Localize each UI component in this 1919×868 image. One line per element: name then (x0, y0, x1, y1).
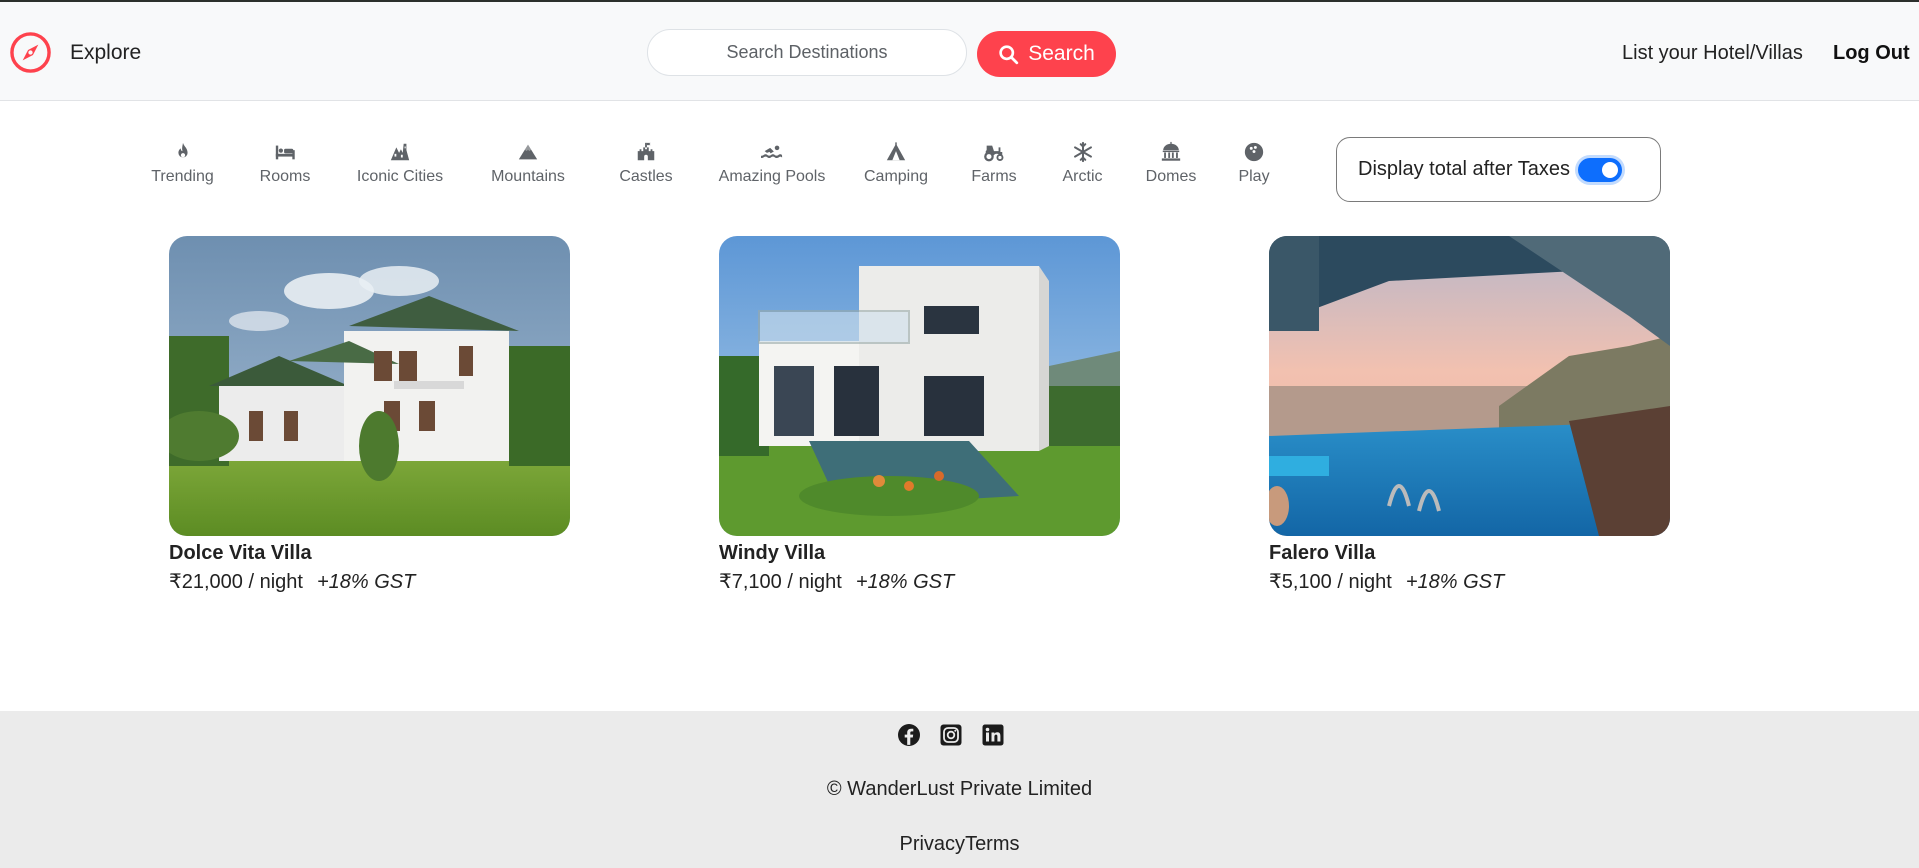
search-button[interactable]: Search (977, 31, 1116, 77)
filter-label: Farms (971, 168, 1017, 185)
listing-price: ₹7,100 / night (719, 571, 842, 593)
filter-label: Amazing Pools (718, 168, 826, 185)
explore-link[interactable]: Explore (70, 39, 141, 67)
listing-title: Windy Villa (719, 542, 826, 564)
snowflake-icon (1071, 140, 1095, 164)
filter-label: Arctic (1062, 168, 1103, 185)
bowling-ball-icon (1242, 140, 1266, 164)
tent-icon (884, 140, 908, 164)
listing-photo[interactable] (719, 236, 1120, 536)
listing-price-row: ₹7,100 / night +18% GST (719, 569, 1120, 595)
search-icon (998, 44, 1019, 65)
filter-mountains[interactable]: Mountains (465, 140, 591, 200)
filter-amazing-pools[interactable]: Amazing Pools (701, 140, 843, 200)
listing-price: ₹5,100 / night (1269, 571, 1392, 593)
filter-rooms[interactable]: Rooms (235, 140, 335, 200)
instagram-icon[interactable] (939, 723, 963, 747)
footer-links: PrivacyTerms (0, 831, 1919, 857)
search-button-label: Search (1028, 42, 1095, 65)
navbar: Explore Search List your Hotel/Villas Lo… (0, 2, 1919, 101)
tax-toggle-box: Display total after Taxes (1336, 137, 1661, 202)
logout-link[interactable]: Log Out (1833, 39, 1910, 67)
tractor-icon (982, 140, 1006, 164)
mountain-icon (516, 140, 540, 164)
listing-title: Dolce Vita Villa (169, 542, 312, 564)
listing-price-row: ₹5,100 / night +18% GST (1269, 569, 1670, 595)
tax-toggle-label: Display total after Taxes (1358, 158, 1570, 180)
search-input[interactable] (647, 29, 967, 76)
filter-label: Rooms (259, 168, 311, 185)
compass-icon[interactable] (9, 31, 52, 74)
listing-gst: +18% GST (316, 571, 416, 593)
listing-photo[interactable] (169, 236, 570, 536)
terms-link[interactable]: Terms (965, 833, 1019, 855)
listing-gst: +18% GST (855, 571, 955, 593)
filter-label: Mountains (491, 168, 565, 185)
filter-iconic-cities[interactable]: Iconic Cities (335, 140, 465, 200)
list-hotel-link[interactable]: List your Hotel/Villas (1622, 39, 1803, 67)
facebook-icon[interactable] (897, 723, 921, 747)
listing-card[interactable]: Falero Villa ₹5,100 / night +18% GST (1269, 236, 1670, 595)
filter-label: Trending (151, 168, 214, 185)
listing-price-row: ₹21,000 / night +18% GST (169, 569, 570, 595)
city-icon (388, 140, 412, 164)
filter-camping[interactable]: Camping (843, 140, 949, 200)
filter-arctic[interactable]: Arctic (1039, 140, 1126, 200)
listing-card[interactable]: Windy Villa ₹7,100 / night +18% GST (719, 236, 1120, 595)
listing-gst: +18% GST (1405, 571, 1505, 593)
listing-title: Falero Villa (1269, 542, 1376, 564)
filter-farms[interactable]: Farms (949, 140, 1039, 200)
bed-icon (273, 140, 297, 164)
listing-photo[interactable] (1269, 236, 1670, 536)
fire-icon (171, 140, 195, 164)
listing-price: ₹21,000 / night (169, 571, 303, 593)
filter-bar: Trending Rooms Iconic Cities Mountains C… (130, 140, 1292, 200)
listing-card[interactable]: Dolce Vita Villa ₹21,000 / night +18% GST (169, 236, 570, 595)
social-links (897, 723, 1005, 747)
linkedin-icon[interactable] (981, 723, 1005, 747)
copyright-text: © WanderLust Private Limited (826, 778, 1093, 800)
dome-icon (1159, 140, 1183, 164)
swimmer-icon (760, 140, 784, 164)
filter-label: Domes (1145, 168, 1197, 185)
filter-play[interactable]: Play (1216, 140, 1292, 200)
filter-label: Play (1238, 168, 1270, 185)
filter-castles[interactable]: Castles (591, 140, 701, 200)
privacy-link[interactable]: Privacy (899, 833, 965, 855)
tax-toggle-switch[interactable] (1577, 157, 1622, 182)
filter-label: Iconic Cities (356, 168, 444, 185)
filter-trending[interactable]: Trending (130, 140, 235, 200)
filter-domes[interactable]: Domes (1126, 140, 1216, 200)
filter-label: Castles (619, 168, 673, 185)
castle-icon (634, 140, 658, 164)
filter-label: Camping (863, 168, 929, 185)
